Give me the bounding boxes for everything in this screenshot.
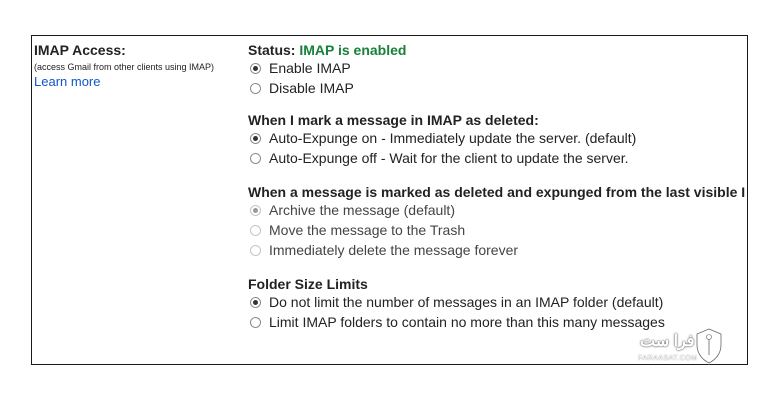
radio-label: Immediately delete the message forever [269,242,519,258]
imap-label-column: IMAP Access: (access Gmail from other cl… [34,42,239,91]
enable-imap-radio[interactable]: Enable IMAP [248,58,747,78]
radio-label: Enable IMAP [269,60,351,76]
disable-imap-radio[interactable]: Disable IMAP [248,78,747,98]
radio-label: Auto-Expunge on - Immediately update the… [269,130,637,146]
imap-settings-panel: IMAP Access: (access Gmail from other cl… [31,35,748,365]
learn-more-link[interactable]: Learn more [34,74,100,89]
move-to-trash-radio: Move the message to the Trash [248,220,747,240]
deleted-section-heading: When I mark a message in IMAP as deleted… [248,112,539,128]
radio-checked-disabled-icon [250,204,261,216]
radio-checked-icon[interactable] [250,132,261,144]
imap-status: Status: IMAP is enabled [248,42,747,58]
status-label: Status: [248,42,296,58]
radio-label: Auto-Expunge off - Wait for the client t… [269,150,629,166]
radio-label: Move the message to the Trash [269,222,466,238]
radio-unchecked-icon[interactable] [250,316,261,328]
folder-size-heading: Folder Size Limits [248,276,368,292]
radio-disabled-icon [250,224,261,236]
shield-icon [695,327,723,365]
no-limit-radio[interactable]: Do not limit the number of messages in a… [248,292,747,312]
watermark-url: FARAASAT.COM [638,355,698,362]
radio-unchecked-icon[interactable] [250,152,261,164]
radio-label: Limit IMAP folders to contain no more th… [269,314,665,330]
radio-label: Disable IMAP [269,80,354,96]
radio-checked-icon[interactable] [250,296,261,308]
delete-forever-radio: Immediately delete the message forever [248,240,747,260]
radio-label: Archive the message (default) [269,202,455,218]
radio-checked-icon[interactable] [250,62,261,74]
expunged-section-heading: When a message is marked as deleted and … [248,184,746,200]
radio-label: Do not limit the number of messages in a… [269,294,664,310]
auto-expunge-off-radio[interactable]: Auto-Expunge off - Wait for the client t… [248,148,747,168]
imap-options-column: Status: IMAP is enabled Enable IMAP Disa… [248,42,747,332]
imap-access-title: IMAP Access: [34,42,126,58]
radio-unchecked-icon[interactable] [250,82,261,94]
auto-expunge-on-radio[interactable]: Auto-Expunge on - Immediately update the… [248,128,747,148]
site-watermark: فرا ست FARAASAT.COM [636,327,726,371]
archive-message-radio: Archive the message (default) [248,200,747,220]
radio-disabled-icon [250,244,261,256]
watermark-text: فرا ست [640,333,695,350]
status-value: IMAP is enabled [299,42,407,58]
imap-access-subtitle: (access Gmail from other clients using I… [34,62,215,72]
